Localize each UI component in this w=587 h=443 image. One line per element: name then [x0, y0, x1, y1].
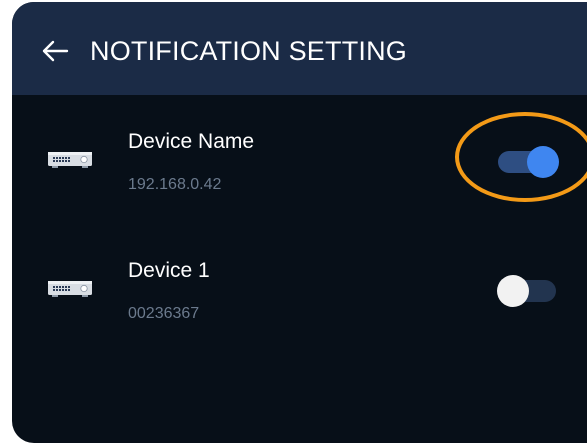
device-name: Device Name — [128, 130, 255, 153]
device-name: Device 1 — [128, 259, 210, 282]
back-button[interactable] — [38, 34, 72, 68]
device-serial: 00236367 — [128, 305, 200, 322]
app-screen: NOTIFICATION SETTING Device Name 192.168… — [12, 2, 587, 443]
toggle-knob — [527, 146, 559, 178]
dvr-recorder-icon — [48, 152, 92, 168]
page-title: NOTIFICATION SETTING — [90, 36, 407, 66]
device-list-item: Device Name 192.168.0.42 — [12, 102, 587, 202]
dvr-recorder-icon — [48, 281, 92, 297]
notification-toggle[interactable] — [498, 146, 559, 178]
arrow-left-icon — [42, 40, 69, 62]
notification-toggle[interactable] — [497, 275, 556, 307]
device-list-item: Device 1 00236367 — [12, 231, 587, 331]
toggle-knob — [497, 275, 529, 307]
app-header: NOTIFICATION SETTING — [12, 2, 587, 95]
device-address: 192.168.0.42 — [128, 176, 222, 193]
